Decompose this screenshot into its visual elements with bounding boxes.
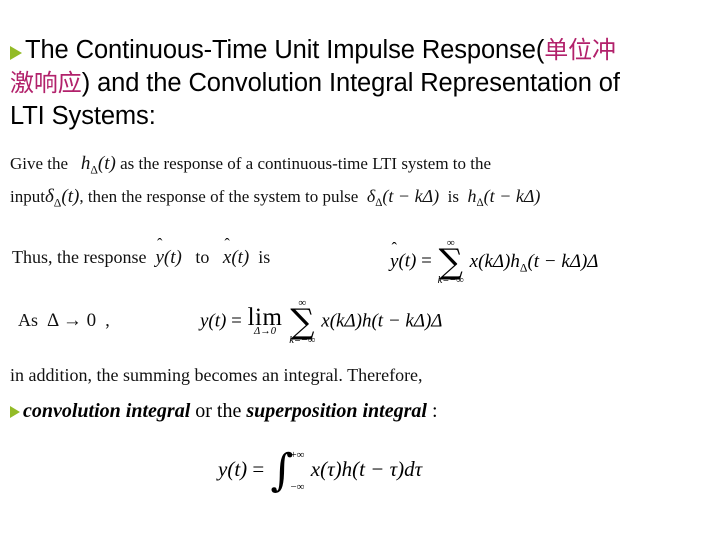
text-line-give: Give the hΔ(t) as the response of a cont… [10, 153, 491, 177]
term-convolution-integral: convolution integral [23, 400, 191, 422]
math-delta-to-zero: Δ → 0 [47, 310, 97, 331]
input-is: is [447, 187, 459, 206]
input-mid: , then the response of the system to pul… [79, 187, 359, 206]
conv-colon: : [431, 400, 438, 422]
slide-canvas: The Continuous-Time Unit Impulse Respons… [0, 0, 720, 540]
thus-is: is [258, 247, 271, 267]
sum-lower-limit: k=−∞ [437, 275, 464, 287]
give-prefix: Give the [10, 154, 69, 173]
integral-lower-limit: −∞ [290, 481, 305, 493]
give-suffix: as the response of a continuous-time LTI… [120, 154, 492, 173]
eq-thus-lhs: ŷ [390, 250, 399, 272]
sigma-glyph: ∑ [290, 302, 315, 342]
title-part2: ) and the Convolution Integral Represent… [81, 69, 620, 97]
text-line-thus: Thus, the response ŷ(t) to x̂(t) is [12, 247, 270, 269]
slide-title: The Continuous-Time Unit Impulse Respons… [10, 34, 710, 133]
eq-as-rhs: x(kΔ)h(t − kΔ)Δ [321, 310, 443, 332]
eq-final-equals: = [252, 456, 265, 481]
eq-as-lhs: y(t) [200, 310, 227, 332]
equation-convolution-integral: y(t) = ∫ +∞ −∞ x(τ)h(t − τ)dτ [218, 447, 422, 495]
input-prefix: input [10, 187, 45, 206]
math-y-hat-t: ŷ(t) [155, 247, 182, 268]
lim-word: lim [247, 303, 283, 331]
math-delta-t-minus-kdelta: δΔ(t − kΔ) [366, 186, 440, 210]
green-arrow-bullet-icon [10, 46, 22, 60]
integral-upper-limit: +∞ [290, 449, 305, 461]
limit-operator: lim Δ→0 [247, 303, 283, 338]
eq-thus-rhs: x(kΔ)hΔ(t − kΔ)Δ [469, 250, 599, 275]
text-line-as: As Δ → 0 , [18, 310, 110, 332]
summation-operator: ∞ ∑ k=−∞ [438, 238, 464, 287]
summation-operator: ∞ ∑ k=−∞ [289, 298, 315, 347]
title-part1: The Continuous-Time Unit Impulse Respons… [25, 36, 545, 64]
as-prefix: As [18, 310, 39, 330]
eq-thus-equals: = [421, 250, 432, 272]
eq-as-equals: = [231, 310, 242, 332]
thus-to: to [195, 247, 210, 267]
thus-prefix: Thus, the response [12, 247, 147, 267]
title-chinese-2: 激响应 [10, 69, 82, 97]
eq-final-lhs: y(t) [218, 456, 248, 481]
eq-final-rhs: x(τ)h(t − τ)dτ [310, 456, 423, 481]
title-part3: LTI Systems: [10, 102, 156, 130]
text-line-addition: in addition, the summing becomes an inte… [10, 365, 423, 385]
math-delta-delta-t: δΔ(t) [44, 186, 80, 210]
integral-operator: ∫ +∞ −∞ [271, 447, 305, 495]
conv-mid: or the [195, 400, 242, 422]
math-x-hat-t: x̂(t) [222, 247, 250, 268]
text-line-input: inputδΔ(t), then the response of the sys… [10, 186, 540, 210]
as-comma: , [105, 310, 110, 330]
lim-lower-limit: Δ→0 [254, 326, 276, 338]
integral-limits: +∞ −∞ [290, 447, 304, 495]
text-line-convolution: convolution integral or the superpositio… [10, 400, 438, 423]
sum-lower-limit: k=−∞ [289, 335, 316, 347]
math-h-delta-t: hΔ(t) [80, 153, 116, 177]
term-superposition-integral: superposition integral [246, 400, 427, 422]
equation-thus-summation: ŷ(t) = ∞ ∑ k=−∞ x(kΔ)hΔ(t − kΔ)Δ [390, 237, 599, 287]
sigma-glyph: ∑ [438, 242, 463, 282]
math-h-t-minus-kdelta: hΔ(t − kΔ) [467, 186, 541, 210]
title-chinese-1: 单位冲 [544, 36, 616, 64]
green-arrow-bullet-icon [10, 406, 20, 418]
equation-limit-summation: y(t) = lim Δ→0 ∞ ∑ k=−∞ x(kΔ)h(t − kΔ)Δ [200, 298, 442, 347]
